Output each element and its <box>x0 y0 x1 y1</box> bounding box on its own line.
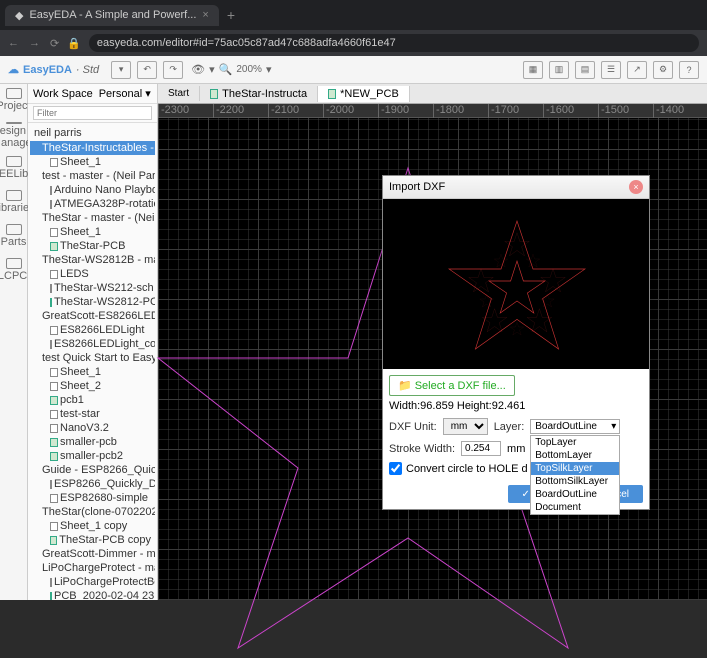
layer-option[interactable]: BoardOutLine <box>531 488 619 501</box>
tab-start[interactable]: Start <box>158 86 200 101</box>
layer-dropdown[interactable]: TopLayerBottomLayerTopSilkLayerBottomSil… <box>530 435 620 515</box>
tree-item[interactable]: TheStar-WS2812B - master - (Nei... <box>30 253 155 267</box>
unit-select[interactable]: mm <box>443 418 488 435</box>
select-dxf-button[interactable]: 📁 Select a DXF file... <box>389 375 515 396</box>
eye-icon[interactable]: 👁 <box>191 63 205 76</box>
layer-option[interactable]: TopSilkLayer <box>531 462 619 475</box>
layer-label: Layer: <box>494 421 525 433</box>
redo-icon[interactable]: ↷ <box>163 61 183 79</box>
tree-item[interactable]: test Quick Start to EasyEDA - mast... <box>30 351 155 365</box>
tree-item[interactable]: LiPoChargeProtectBoost <box>30 575 155 589</box>
dialog-close-button[interactable]: × <box>629 180 643 194</box>
tree-item[interactable]: TheStar-WS212-sch <box>30 281 155 295</box>
sidebar: Work Space Personal ▾ neil parris TheSta… <box>28 84 158 600</box>
dxf-dimensions: Width:96.859 Height:92.461 <box>389 400 643 412</box>
forward-icon[interactable]: → <box>29 37 40 50</box>
tree-user[interactable]: neil parris <box>30 125 155 141</box>
rail-eelib[interactable]: EELib <box>2 156 26 180</box>
tree-item[interactable]: test - master - (Neil Parris) <box>30 169 155 183</box>
convert-circle-checkbox[interactable] <box>389 462 402 475</box>
tree-item[interactable]: ES8266LEDLight_copy <box>30 337 155 351</box>
tree-item[interactable]: GreatScott-Dimmer - master - (Nei... <box>30 547 155 561</box>
left-rail: Project Design Manager EELib Libraries P… <box>0 84 28 600</box>
tree-item[interactable]: Sheet_1 copy <box>30 519 155 533</box>
tree-item[interactable]: Sheet_1 <box>30 155 155 169</box>
tool-icon-3[interactable]: ▤ <box>575 61 595 79</box>
gear-icon[interactable]: ⚙ <box>653 61 673 79</box>
close-icon[interactable]: × <box>202 9 208 21</box>
url-field[interactable]: easyeda.com/editor#id=75ac05c87ad47c688a… <box>89 34 699 52</box>
tree-item[interactable]: TheStar - master - (Neil Parris) <box>30 211 155 225</box>
help-icon[interactable]: ? <box>679 61 699 79</box>
tab-title: EasyEDA - A Simple and Powerf... <box>29 9 196 21</box>
back-icon[interactable]: ← <box>8 37 19 50</box>
tree-item[interactable]: LiPoChargeProtect - master - (Nei... <box>30 561 155 575</box>
cloud-icon: ☁ <box>8 63 19 76</box>
layer-option[interactable]: BottomLayer <box>531 449 619 462</box>
browser-tab[interactable]: ◆ EasyEDA - A Simple and Powerf... × <box>5 5 219 26</box>
tree-item[interactable]: TheStar(clone-07022020) - master... <box>30 505 155 519</box>
stroke-input[interactable] <box>461 441 501 456</box>
share-icon[interactable]: ↗ <box>627 61 647 79</box>
tab-favicon: ◆ <box>15 9 23 22</box>
tree-item[interactable]: TheStar-PCB <box>30 239 155 253</box>
layer-option[interactable]: BottomSilkLayer <box>531 475 619 488</box>
rail-libraries[interactable]: Libraries <box>2 190 26 214</box>
tree-item[interactable]: pcb1 <box>30 393 155 407</box>
tool-icon-1[interactable]: ▦ <box>523 61 543 79</box>
tree-item[interactable]: Sheet_1 <box>30 225 155 239</box>
layer-option[interactable]: Document <box>531 501 619 514</box>
new-tab-button[interactable]: + <box>227 7 235 23</box>
tree-item[interactable]: ESP82680-simple <box>30 491 155 505</box>
tree-item[interactable]: Guide - ESP8266_Quickly_Design <box>30 463 155 477</box>
tree-item[interactable]: TheStar-WS2812-PCB <box>30 295 155 309</box>
app-logo: ☁ EasyEDA · Std <box>8 63 99 76</box>
undo-icon[interactable]: ↶ <box>137 61 157 79</box>
tree-item[interactable]: Sheet_2 <box>30 379 155 393</box>
tree-item[interactable]: ES8266LEDLight <box>30 323 155 337</box>
dialog-title-text: Import DXF <box>389 181 445 193</box>
rail-jlcpcb[interactable]: JLCPCB <box>2 258 26 282</box>
tree-item[interactable]: NanoV3.2 <box>30 421 155 435</box>
tool-icon-2[interactable]: ▥ <box>549 61 569 79</box>
tool-icon-4[interactable]: ☰ <box>601 61 621 79</box>
rail-design-manager[interactable]: Design Manager <box>2 122 26 146</box>
tree-item[interactable]: ATMEGA328P-rotation-test <box>30 197 155 211</box>
tab-thestar[interactable]: TheStar-Instructa <box>200 86 318 102</box>
tree-item[interactable]: smaller-pcb2 <box>30 449 155 463</box>
tree-item[interactable]: TheStar-Instructables - master - (N... <box>30 141 155 155</box>
tree-item[interactable]: test-star <box>30 407 155 421</box>
dxf-preview <box>383 199 649 369</box>
convert-circle-label: Convert circle to HOLE d <box>406 463 528 475</box>
import-dxf-dialog: Import DXF × 📁 Select a DXF file... Widt… <box>382 175 650 510</box>
personal-dropdown[interactable]: Personal ▾ <box>99 87 151 100</box>
tree-item[interactable]: Sheet_1 <box>30 365 155 379</box>
tree-item[interactable]: smaller-pcb <box>30 435 155 449</box>
tree-item[interactable]: GreatScott-ES8266LEDLight - mast... <box>30 309 155 323</box>
reload-icon[interactable]: ⟳ <box>50 37 59 50</box>
tree-item[interactable]: LEDS <box>30 267 155 281</box>
tree-item[interactable]: ESP8266_Quickly_Design <box>30 477 155 491</box>
lock-icon: 🔒 <box>67 37 81 50</box>
unit-label: DXF Unit: <box>389 421 437 433</box>
rail-parts[interactable]: Parts <box>2 224 26 248</box>
tab-new-pcb[interactable]: *NEW_PCB <box>318 86 410 102</box>
filter-input[interactable] <box>33 106 152 120</box>
tree-item[interactable]: Arduino Nano Playboard <box>30 183 155 197</box>
layer-select[interactable]: BoardOutLine <box>530 419 620 434</box>
zoom-level[interactable]: 200% <box>236 64 262 75</box>
tree-item[interactable]: PCB_2020-02-04 23:37:14 <box>30 589 155 600</box>
rail-project[interactable]: Project <box>2 88 26 112</box>
stroke-unit: mm <box>507 443 525 455</box>
tree-item[interactable]: TheStar-PCB copy <box>30 533 155 547</box>
layer-option[interactable]: TopLayer <box>531 436 619 449</box>
zoom-icon[interactable]: 🔍 <box>219 63 233 76</box>
file-menu-icon[interactable]: ▾ <box>111 61 131 79</box>
stroke-label: Stroke Width: <box>389 443 455 455</box>
workspace-label: Work Space <box>33 88 93 100</box>
project-tree[interactable]: neil parris TheStar-Instructables - mast… <box>28 123 157 600</box>
